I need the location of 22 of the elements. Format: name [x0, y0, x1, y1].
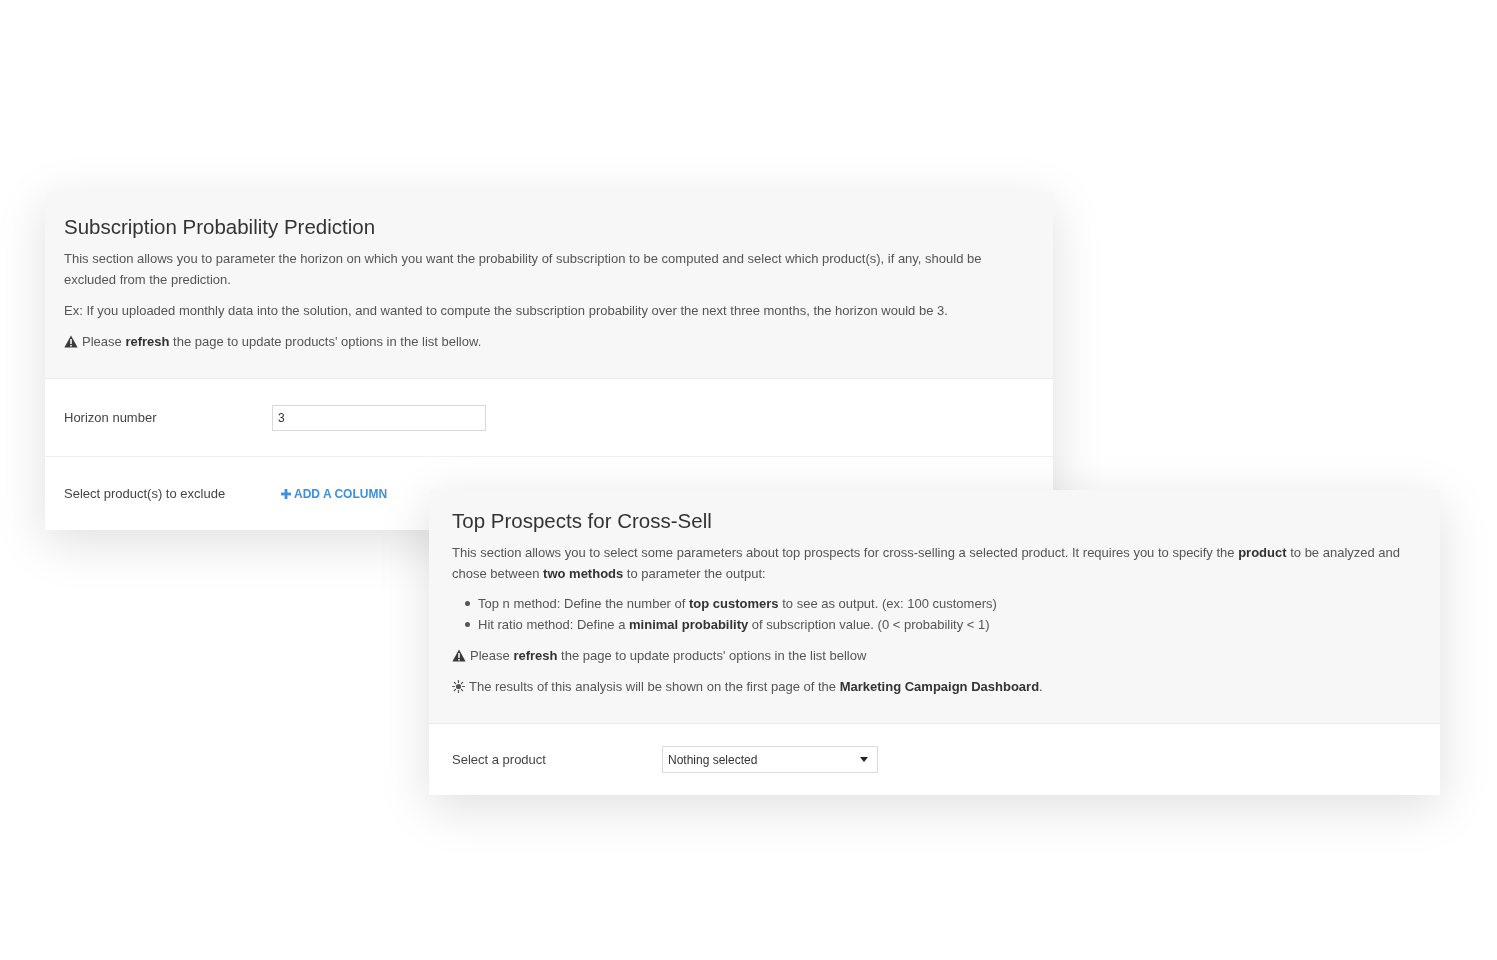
list-item-text: Hit ratio method: Define a minimal probability of subscription value. (0 < probability < 1): [478, 616, 990, 634]
description-text: This section allows you to select some parameters about top prospects for cross-selling a selected product. It requires you to specify the product to be analyzed and chose between two methods to parameter the output:: [452, 544, 1402, 583]
bullet-icon: [465, 601, 470, 606]
warning-icon: [64, 335, 78, 348]
list-item-text: Top n method: Define the number of top customers to see as output. (ex: 100 customers): [478, 595, 997, 613]
plus-icon: [281, 488, 291, 499]
card-title: Top Prospects for Cross-Sell: [452, 508, 713, 534]
card-title: Subscription Probability Prediction: [64, 214, 377, 240]
sun-icon: [452, 680, 465, 693]
product-dropdown[interactable]: Nothing selected: [662, 746, 878, 773]
field-label: Select product(s) to exclude: [64, 484, 227, 503]
warning-text: Please refresh the page to update products' options in the list bellow.: [82, 333, 482, 351]
description-text: This section allows you to parameter the horizon on which you want the probability of subscription to be computed and select which product(s), if any, should be excluded from the prediction.: [64, 250, 983, 289]
note-text: The results of this analysis will be shown on the first page of the Marketing Campaign Dashboard.: [469, 678, 1043, 696]
bullet-icon: [465, 622, 470, 627]
field-label: Select a product: [452, 750, 547, 769]
warning-icon: [452, 649, 466, 662]
warning-text: Please refresh the page to update products' options in the list bellow: [470, 647, 867, 665]
text-input-field[interactable]: 3: [272, 404, 486, 431]
description-text: Ex: If you uploaded monthly data into the solution, and wanted to compute the subscription probability over the next three months, the horizon would be 3.: [64, 302, 949, 320]
field-label: Horizon number: [64, 408, 158, 427]
caret-icon: [860, 757, 868, 762]
